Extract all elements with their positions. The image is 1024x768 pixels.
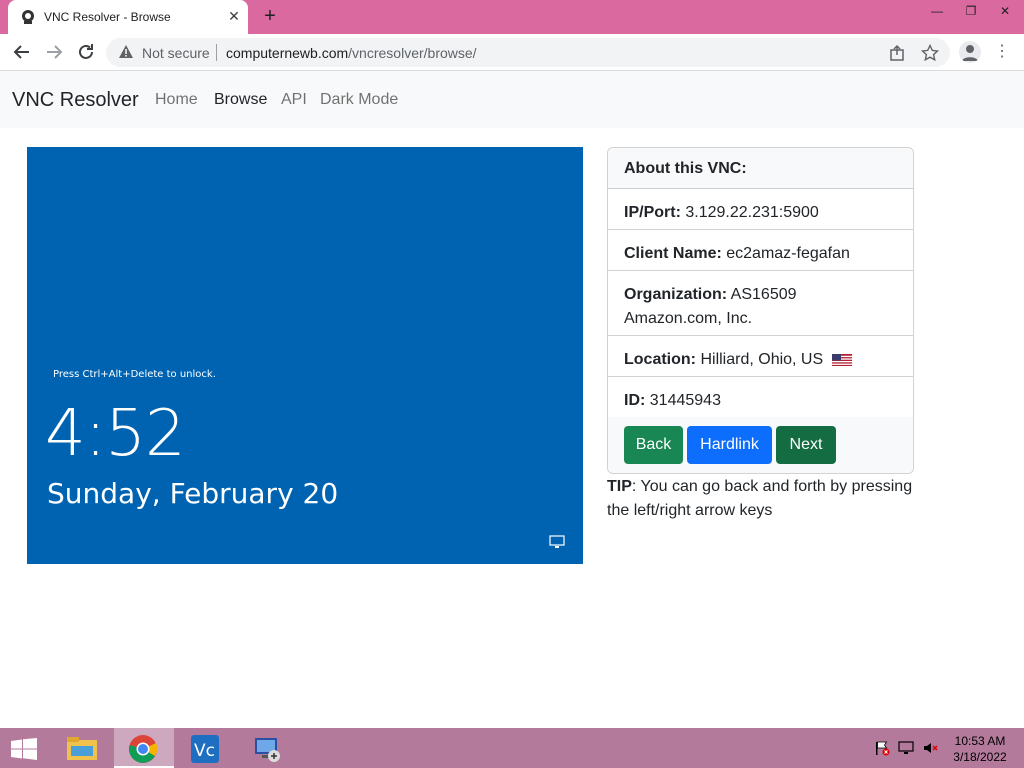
nav-link-dark-mode[interactable]: Dark Mode [320,91,398,109]
restore-icon[interactable]: ❐ [954,0,988,22]
tab-close-icon[interactable]: ✕ [226,8,242,24]
taskbar-app-vnc-viewer[interactable]: Vc [176,728,236,768]
action-center-flag-icon[interactable] [874,740,890,756]
hardlink-button[interactable]: Hardlink [687,426,772,464]
info-value: 31445943 [649,392,721,409]
remote-desktop-icon [255,738,280,762]
address-bar[interactable]: Not secure computernewb.com/vncresolver/… [106,38,950,67]
us-flag-icon [831,353,852,366]
url-path: /vncresolver/browse/ [348,45,477,61]
info-row-location: Location: Hilliard, Ohio, US [608,336,913,377]
windows-taskbar: Vc 10:53 AM 3/18/2022 [0,728,1024,768]
file-explorer-icon [67,737,97,760]
site-favicon-icon [22,10,34,24]
navigation-tip: TIP: You can go back and forth by pressi… [607,475,917,523]
close-window-icon[interactable]: ✕ [988,0,1022,22]
tip-text: : You can go back and forth by pressing … [607,478,913,519]
profile-avatar-icon[interactable] [959,41,981,63]
vnc-viewer-icon: Vc [191,735,219,763]
next-button[interactable]: Next [776,426,836,464]
url-text[interactable]: computernewb.com/vncresolver/browse/ [226,45,477,61]
taskbar-app-file-explorer[interactable] [52,728,112,768]
security-label[interactable]: Not secure [142,45,210,61]
nav-link-home[interactable]: Home [155,91,198,109]
taskbar-app-chrome[interactable] [114,728,174,768]
new-tab-button[interactable]: + [260,6,280,26]
forward-arrow-icon[interactable] [42,40,66,64]
info-label: ID: [624,392,646,409]
info-label: Organization: [624,286,728,303]
warning-triangle-icon [119,45,133,58]
info-value: Hilliard, Ohio, US [700,351,824,368]
minimize-icon[interactable]: — [920,0,954,22]
tab-title: VNC Resolver - Browse [44,10,171,24]
back-arrow-icon[interactable] [10,40,34,64]
info-value: 3.129.22.231:5900 [685,204,819,221]
bookmark-star-icon[interactable] [921,44,939,62]
info-label: Client Name: [624,245,722,262]
reload-icon[interactable] [74,40,98,64]
svg-text:Vc: Vc [194,741,215,761]
info-value: ec2amaz-fegafan [726,245,850,262]
card-footer: Back Hardlink Next [608,417,913,473]
tip-label: TIP [607,478,632,495]
url-host: computernewb.com [226,45,349,61]
site-brand[interactable]: VNC Resolver [12,89,139,112]
taskbar-app-remote-desktop[interactable] [238,728,298,768]
info-row-organization: Organization: AS16509 Amazon.com, Inc. [608,271,913,336]
network-icon[interactable] [898,740,914,756]
lockscreen-date: Sunday, February 20 [47,477,339,510]
browser-toolbar: Not secure computernewb.com/vncresolver/… [0,34,1024,71]
nav-link-browse[interactable]: Browse [214,91,267,109]
network-monitor-icon [549,535,565,548]
browser-tab[interactable]: VNC Resolver - Browse ✕ [8,0,248,34]
back-button[interactable]: Back [624,426,683,464]
omnibox-divider [216,44,217,61]
browser-titlebar: VNC Resolver - Browse ✕ + — ❐ ✕ [0,0,1024,34]
windows-start-icon[interactable] [10,738,38,760]
clock-time: 10:53 AM [954,734,1006,748]
vnc-screenshot: Press Ctrl+Alt+Delete to unlock. 4:52 Su… [27,147,583,564]
info-row-ip-port: IP/Port: 3.129.22.231:5900 [608,189,913,230]
clock-date: 3/18/2022 [953,750,1007,764]
vnc-info-card: About this VNC: IP/Port: 3.129.22.231:59… [607,147,914,474]
card-header: About this VNC: [608,148,913,189]
browser-menu-icon[interactable]: ⋮ [993,42,1011,62]
info-row-client-name: Client Name: ec2amaz-fegafan [608,230,913,271]
share-icon[interactable] [888,44,906,62]
info-label: Location: [624,351,696,368]
system-clock[interactable]: 10:53 AM 3/18/2022 [945,733,1015,765]
volume-muted-icon[interactable] [922,740,938,756]
lockscreen-time: 4:52 [45,397,186,471]
nav-link-api[interactable]: API [281,91,307,109]
site-navbar: VNC Resolver Home Browse API Dark Mode [0,71,1024,128]
info-row-id: ID: 31445943 [608,377,913,418]
chrome-icon [128,735,158,763]
lockscreen-unlock-hint: Press Ctrl+Alt+Delete to unlock. [53,369,216,380]
info-label: IP/Port: [624,204,681,221]
